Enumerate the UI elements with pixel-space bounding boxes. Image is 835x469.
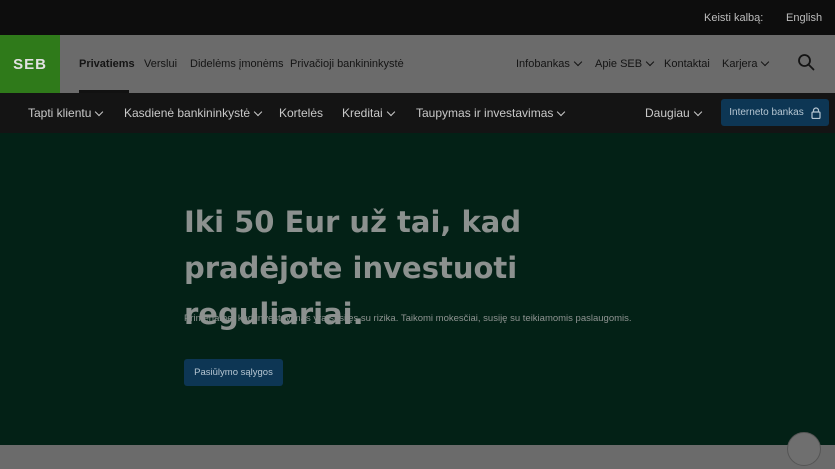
sub-nav-daugiau[interactable]: Daugiau — [645, 106, 702, 120]
page-content-below — [0, 445, 835, 469]
sub-nav-kasdiene-label: Kasdienė bankininkystė — [124, 106, 251, 120]
chevron-down-icon — [557, 107, 566, 117]
nav-infobankas-label: Infobankas — [516, 58, 570, 70]
floating-chat-button[interactable] — [787, 432, 821, 466]
sub-nav-tapti-klientu[interactable]: Tapti klientu — [28, 106, 104, 120]
nav-kontaktai[interactable]: Kontaktai — [664, 58, 710, 70]
sub-nav-taupymas-label: Taupymas ir investavimas — [416, 106, 554, 120]
hero-banner: Iki 50 Eur už tai, kad pradėjote investu… — [0, 133, 835, 445]
internet-bank-label: Interneto bankas — [729, 107, 804, 118]
sub-nav-kasdiene-bankininkyste[interactable]: Kasdienė bankininkystė — [124, 106, 263, 120]
chevron-down-icon — [573, 57, 583, 67]
sub-nav-taupymas[interactable]: Taupymas ir investavimas — [416, 106, 566, 120]
nav-apie-seb[interactable]: Apie SEB — [595, 57, 655, 70]
nav-didelems-imonems[interactable]: Didelėms įmonėms — [190, 58, 284, 70]
sub-nav-kreditai-label: Kreditai — [342, 106, 383, 120]
internet-bank-button[interactable]: Interneto bankas — [721, 99, 829, 126]
offer-conditions-button[interactable]: Pasiūlymo sąlygos — [184, 359, 283, 386]
chevron-down-icon — [253, 107, 263, 117]
sub-navigation: Tapti klientu Kasdienė bankininkystė Kor… — [0, 93, 835, 133]
language-label: Keisti kalbą: — [704, 12, 764, 24]
language-bar: Keisti kalbą: English — [0, 0, 835, 35]
sub-nav-korteles[interactable]: Kortelės — [279, 106, 323, 120]
chevron-down-icon — [95, 107, 104, 117]
chevron-down-icon — [693, 107, 702, 117]
chevron-down-icon — [386, 107, 395, 117]
sub-nav-tapti-klientu-label: Tapti klientu — [28, 106, 92, 120]
chevron-down-icon — [761, 57, 770, 67]
search-icon[interactable] — [797, 53, 815, 71]
hero-risk-note: Primename, kad investavimas yra susijęs … — [184, 313, 632, 324]
sub-nav-daugiau-label: Daugiau — [645, 106, 690, 120]
nav-infobankas[interactable]: Infobankas — [516, 57, 583, 70]
language-english-link[interactable]: English — [786, 12, 822, 24]
nav-privatiems[interactable]: Privatiems — [79, 58, 135, 70]
logo-text: SEB — [13, 55, 47, 73]
sub-nav-kreditai[interactable]: Kreditai — [342, 106, 395, 120]
chevron-down-icon — [645, 57, 655, 67]
nav-karjera-label: Karjera — [722, 58, 758, 70]
nav-privacioji-bankininkyste[interactable]: Privačioji bankininkystė — [290, 58, 404, 70]
nav-karjera[interactable]: Karjera — [722, 57, 770, 70]
seb-logo[interactable]: SEB — [0, 35, 60, 93]
nav-apie-seb-label: Apie SEB — [595, 58, 643, 70]
nav-verslui[interactable]: Verslui — [144, 58, 177, 70]
main-navigation: SEB Privatiems Verslui Didelėms įmonėms … — [0, 35, 835, 93]
lock-icon — [811, 106, 821, 119]
